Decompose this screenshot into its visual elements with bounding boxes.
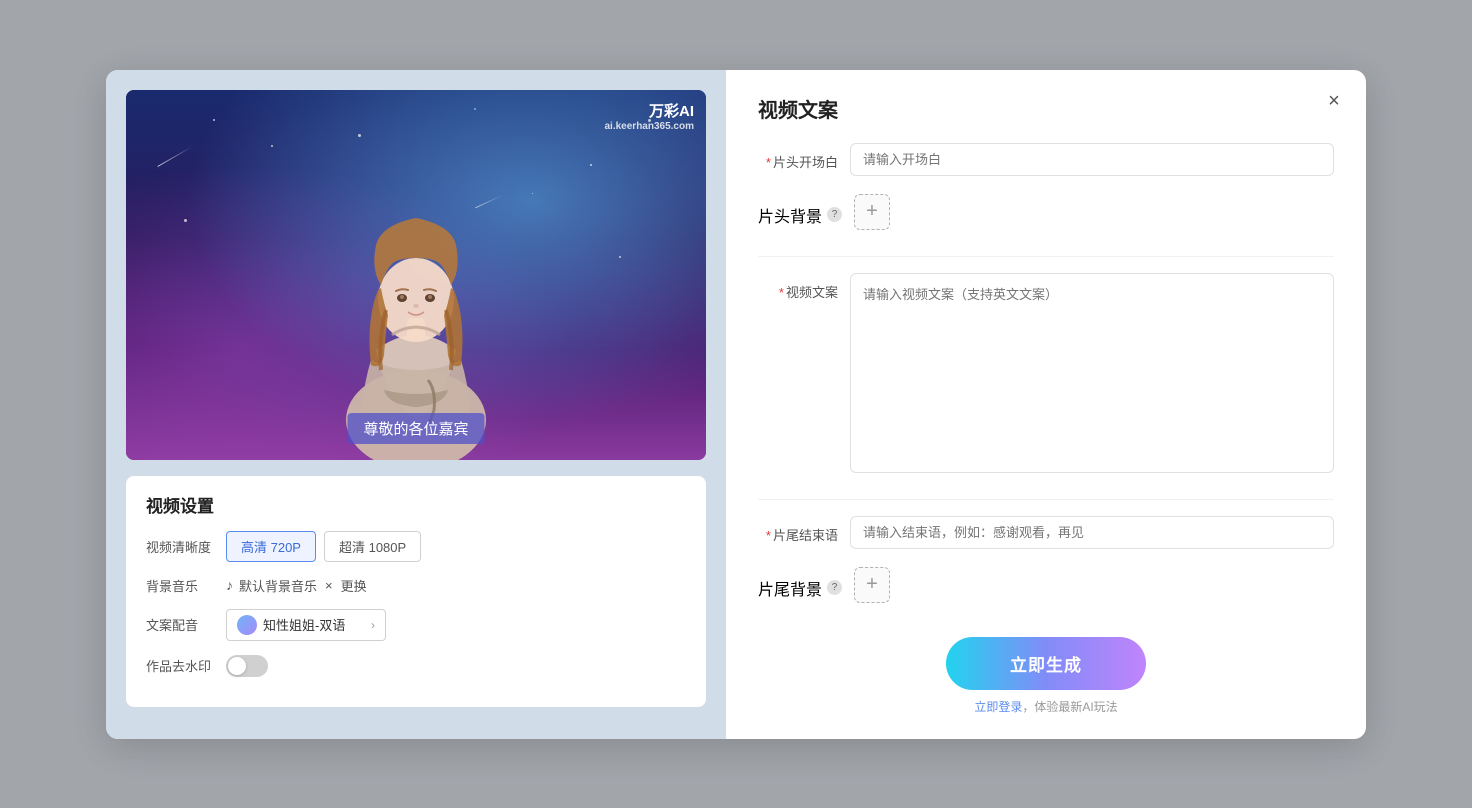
content-required: *: [779, 285, 784, 300]
settings-title: 视频设置: [146, 492, 686, 517]
close-btn[interactable]: ×: [1318, 86, 1350, 118]
content-label: *视频文案: [758, 273, 838, 301]
ending-bg-question-icon[interactable]: ?: [827, 580, 842, 595]
ending-bg-row: 片尾背景 ? +: [758, 567, 1334, 603]
video-preview: 万彩AI ai.keerhan365.com: [126, 90, 706, 460]
settings-section: 视频设置 视频清晰度 高清 720P 超清 1080P 背景音乐 ♪: [126, 476, 706, 707]
opening-row: *片头开场白: [758, 143, 1334, 176]
login-link[interactable]: 立即登录: [974, 700, 1022, 714]
ending-label: *片尾结束语: [758, 516, 838, 544]
voice-row: 文案配音 知性姐姐-双语 ›: [146, 609, 686, 641]
opening-input[interactable]: [850, 143, 1334, 176]
watermark-toggle[interactable]: [226, 655, 268, 677]
chevron-right-icon: ›: [371, 618, 375, 632]
right-panel: × 视频文案 *片头开场白 片头背景 ? + *: [726, 70, 1366, 739]
voice-label: 文案配音: [146, 615, 226, 634]
header-bg-label: 片头背景: [758, 203, 822, 227]
music-row: 背景音乐 ♪ 默认背景音乐 × 更换: [146, 576, 686, 595]
panel-title: 视频文案: [758, 94, 1334, 123]
music-label: 背景音乐: [146, 576, 226, 595]
quality-1080p-btn[interactable]: 超清 1080P: [324, 531, 421, 562]
toggle-knob: [228, 657, 246, 675]
video-subtitle: 尊敬的各位嘉宾: [347, 413, 484, 444]
voice-selector[interactable]: 知性姐姐-双语 ›: [226, 609, 386, 641]
voice-name: 知性姐姐-双语: [263, 615, 365, 634]
ending-bg-label: 片尾背景: [758, 576, 822, 600]
quality-controls: 高清 720P 超清 1080P: [226, 531, 686, 562]
quality-label: 视频清晰度: [146, 537, 226, 556]
music-controls: ♪ 默认背景音乐 × 更换: [226, 576, 686, 595]
quality-row: 视频清晰度 高清 720P 超清 1080P: [146, 531, 686, 562]
cta-hint: 立即登录，体验最新AI玩法: [974, 698, 1117, 715]
music-icon: ♪: [226, 577, 233, 593]
content-row: *视频文案: [758, 273, 1334, 473]
divider-1: [758, 256, 1334, 257]
header-bg-row: 片头背景 ? +: [758, 194, 1334, 230]
generate-btn[interactable]: 立即生成: [946, 637, 1146, 690]
divider-2: [758, 499, 1334, 500]
ending-bg-label-container: 片尾背景 ?: [758, 567, 842, 600]
content-textarea[interactable]: [850, 273, 1334, 473]
opening-required: *: [766, 155, 771, 170]
modal-overlay: 万彩AI ai.keerhan365.com: [0, 0, 1472, 808]
music-name: 默认背景音乐: [239, 576, 317, 595]
voice-avatar: [237, 615, 257, 635]
header-bg-question-icon[interactable]: ?: [827, 207, 842, 222]
watermark-row: 作品去水印: [146, 655, 686, 677]
brand-url: ai.keerhan365.com: [605, 121, 695, 132]
left-panel: 万彩AI ai.keerhan365.com: [106, 70, 726, 739]
ending-input[interactable]: [850, 516, 1334, 549]
music-info: ♪ 默认背景音乐: [226, 576, 317, 595]
music-remove-btn[interactable]: ×: [325, 578, 333, 593]
header-bg-label-container: 片头背景 ?: [758, 194, 842, 227]
watermark-label: 作品去水印: [146, 656, 226, 675]
cta-section: 立即生成 立即登录，体验最新AI玩法: [758, 621, 1334, 715]
watermark-controls: [226, 655, 686, 677]
modal: 万彩AI ai.keerhan365.com: [106, 70, 1366, 739]
opening-label: *片头开场白: [758, 143, 838, 171]
ending-row: *片尾结束语: [758, 516, 1334, 549]
add-header-bg-btn[interactable]: +: [854, 194, 890, 230]
quality-720p-btn[interactable]: 高清 720P: [226, 531, 316, 562]
music-replace-btn[interactable]: 更换: [341, 576, 367, 595]
brand-name: 万彩AI: [605, 100, 695, 121]
add-ending-bg-btn[interactable]: +: [854, 567, 890, 603]
voice-controls: 知性姐姐-双语 ›: [226, 609, 686, 641]
ending-required: *: [766, 528, 771, 543]
video-watermark: 万彩AI ai.keerhan365.com: [605, 100, 695, 132]
